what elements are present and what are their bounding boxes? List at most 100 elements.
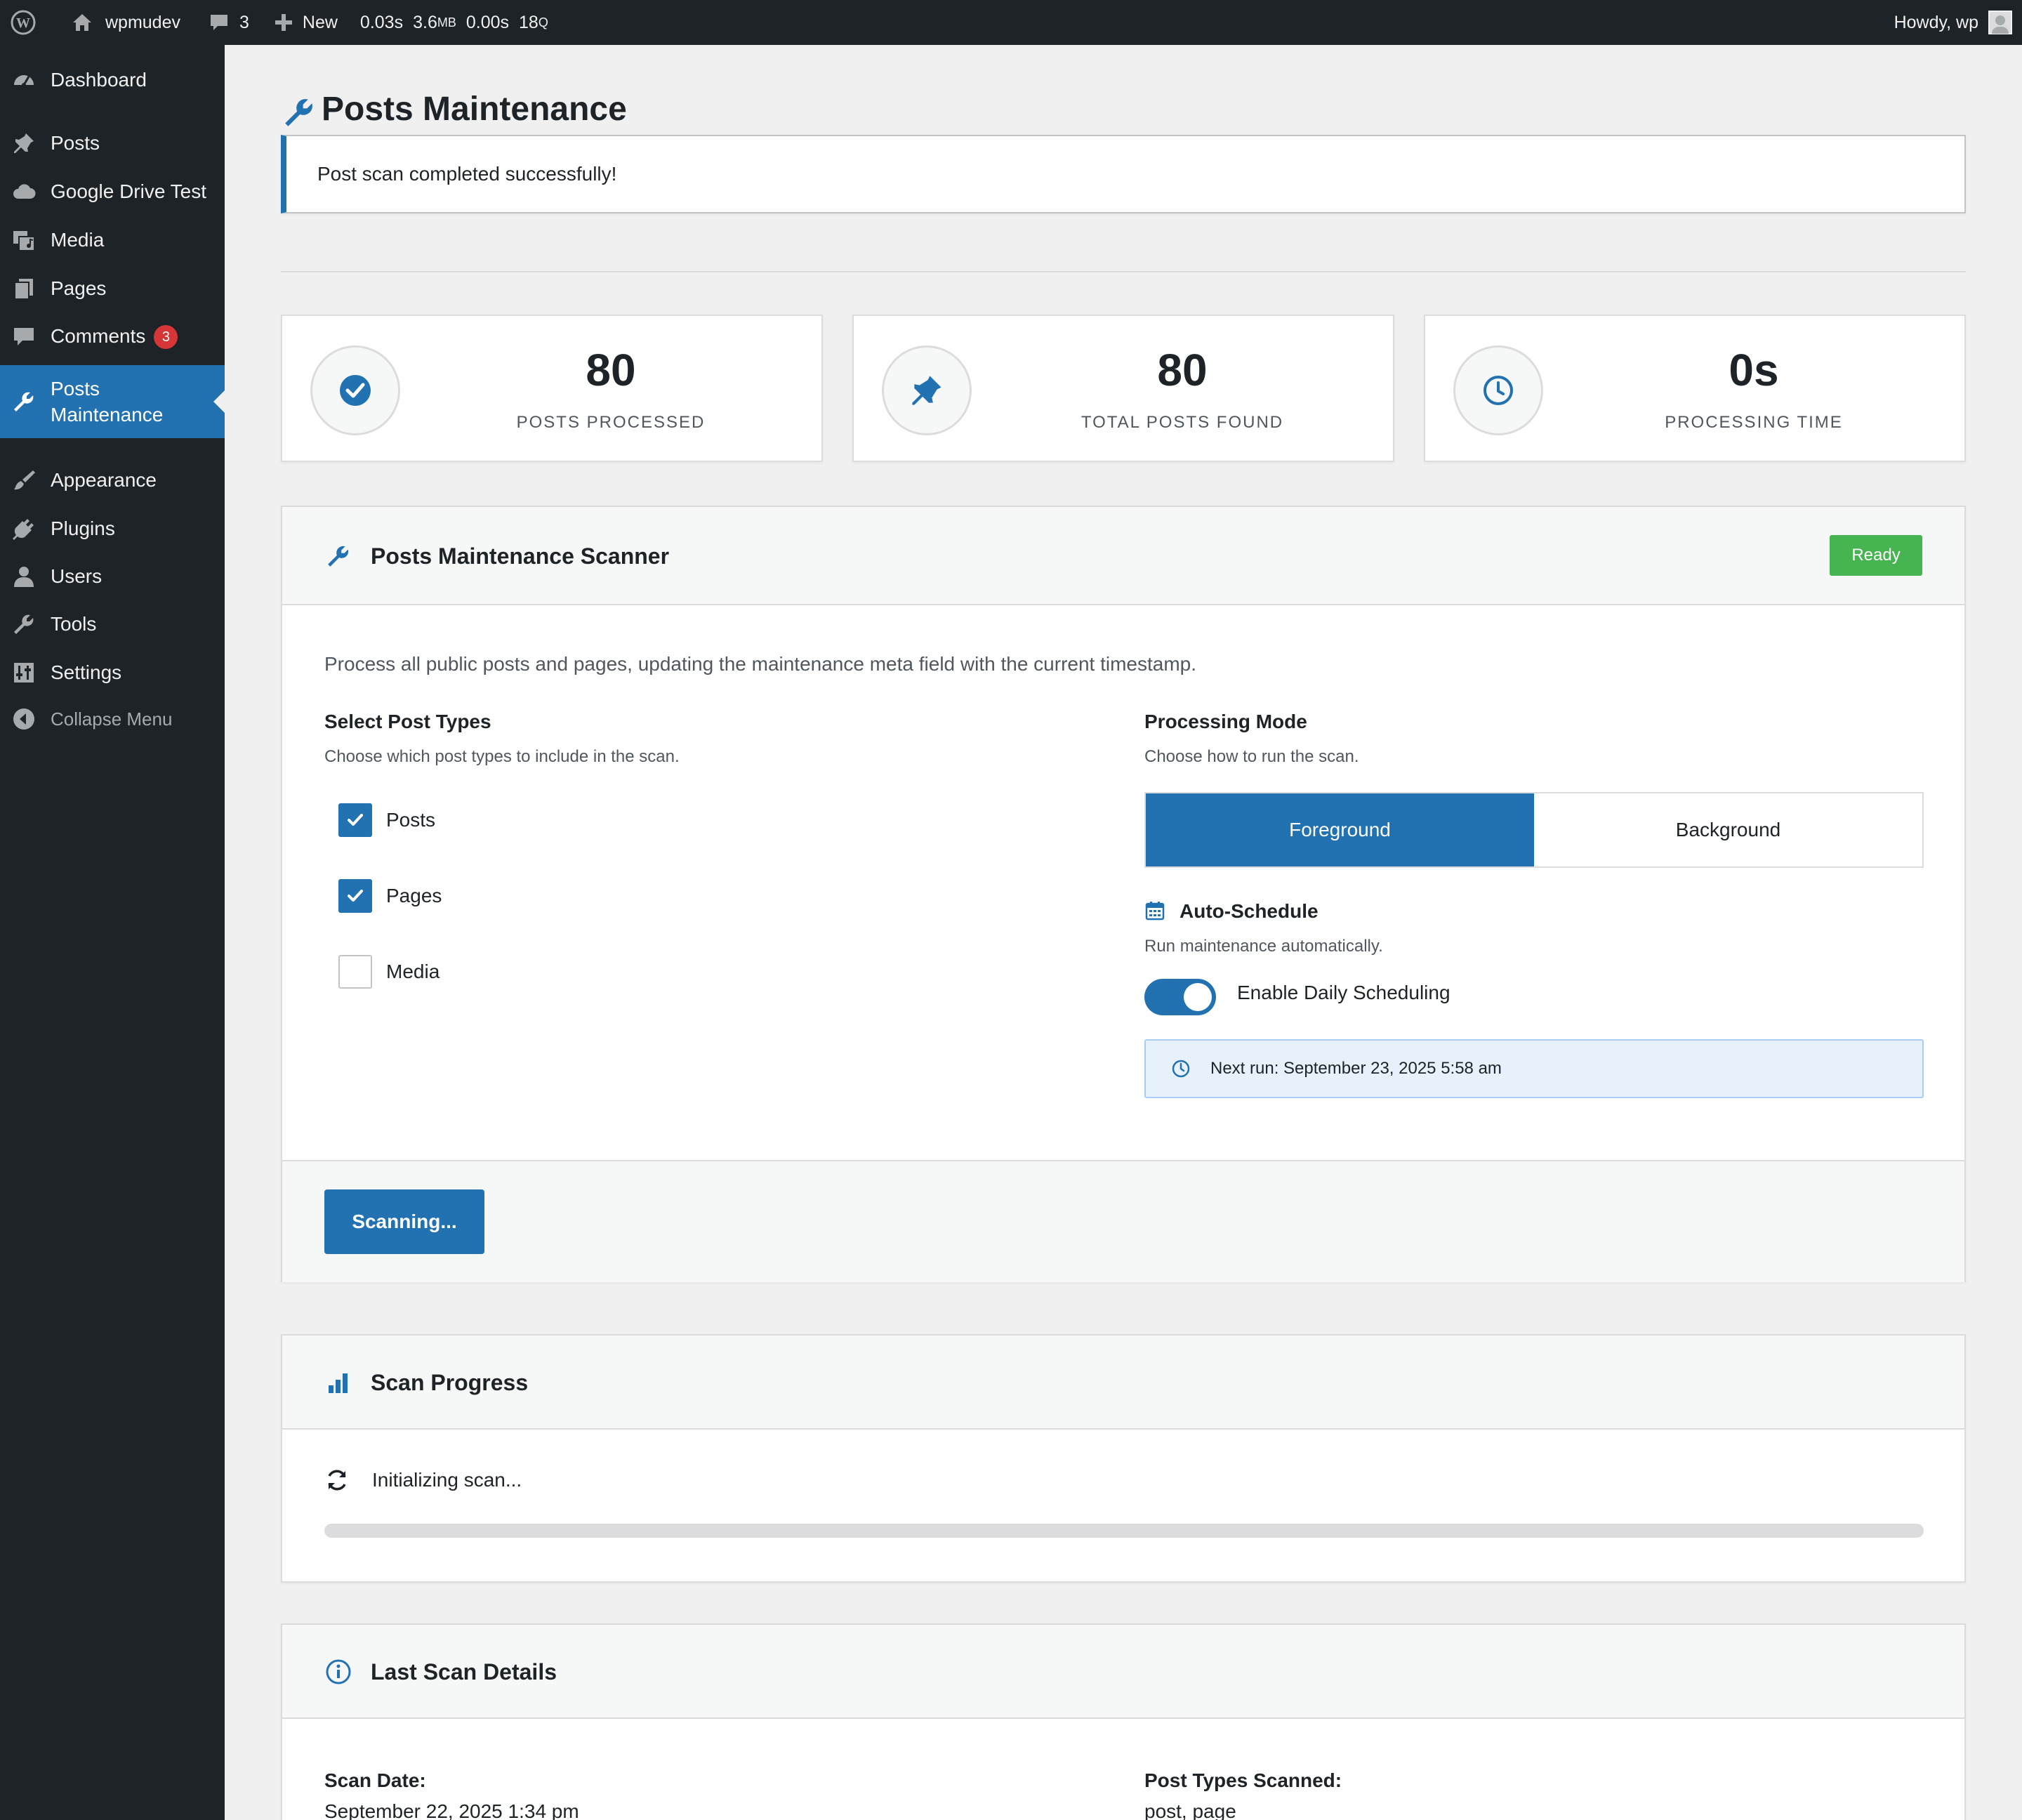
sidebar-item-label: Google Drive Test <box>51 180 207 202</box>
site-name-menu[interactable]: wpmudev <box>69 0 180 45</box>
processing-mode-title: Processing Mode <box>1144 711 1307 732</box>
new-content-menu[interactable]: New <box>270 0 338 45</box>
wrench-icon <box>281 94 317 131</box>
checkbox[interactable] <box>338 803 372 837</box>
sidebar-item-comments[interactable]: Comments 3 <box>0 319 225 355</box>
stat-label: POSTS PROCESSED <box>516 413 706 432</box>
query-monitor-menu[interactable]: 0.03s 3.6 MB 0.00s 18 Q <box>360 0 548 45</box>
stat-card-posts-processed: 80 POSTS PROCESSED <box>281 315 823 462</box>
comments-count: 3 <box>239 12 249 32</box>
refresh-icon <box>324 1468 350 1493</box>
panel-title: Last Scan Details <box>324 1625 557 1719</box>
sidebar-item-tools[interactable]: Tools <box>0 606 225 642</box>
sidebar-item-label-wrap: Comments 3 <box>51 325 178 350</box>
sidebar-item-label: Posts Maintenance <box>51 378 164 426</box>
checkmark-icon <box>348 890 363 902</box>
sidebar-item-label: Appearance <box>51 469 157 491</box>
progress-bar <box>324 1524 1924 1538</box>
panel-title: Scan Progress <box>324 1336 528 1430</box>
sidebar-item-label: Dashboard <box>51 69 147 91</box>
sidebar-item-plugins[interactable]: Plugins <box>0 510 225 547</box>
checkbox-pages[interactable]: Pages <box>338 879 442 913</box>
post-types-title: Select Post Types <box>324 711 491 732</box>
sidebar-item-users[interactable]: Users <box>0 558 225 595</box>
auto-schedule-title-text: Auto-Schedule <box>1180 900 1319 922</box>
processing-mode-toggle: Foreground Background <box>1144 792 1924 868</box>
sidebar-item-label: Tools <box>51 613 97 635</box>
cloud-icon <box>11 179 37 204</box>
sidebar-collapse-menu[interactable]: Collapse Menu <box>0 701 225 737</box>
sidebar-item-settings[interactable]: Settings <box>0 654 225 691</box>
info-icon <box>324 1658 352 1686</box>
progress-status-text: Initializing scan... <box>372 1469 522 1491</box>
page-title-text: Posts Maintenance <box>322 90 627 128</box>
daily-scheduling-toggle[interactable] <box>1144 979 1216 1015</box>
account-menu[interactable]: Howdy, wp <box>1894 0 2022 45</box>
scan-date-value: September 22, 2025 1:34 pm <box>324 1800 579 1820</box>
checkbox-label: Pages <box>386 885 442 906</box>
scanner-panel: Posts Maintenance Scanner Ready Process … <box>281 506 1966 1282</box>
stat-value: 80 <box>1157 345 1208 395</box>
admin-bar: W wpmudev 3 New 0.03s 3.6 MB 0.00s 18 Q Ho… <box>0 0 2022 45</box>
checkbox-posts[interactable]: Posts <box>338 803 435 837</box>
checkbox-media[interactable]: Media <box>338 955 440 989</box>
sidebar-item-posts-maintenance[interactable]: Posts Maintenance <box>0 365 225 438</box>
comment-icon <box>206 9 232 36</box>
checkmark-icon <box>348 814 363 826</box>
comments-menu[interactable]: 3 <box>206 0 249 45</box>
auto-schedule-title: Auto-Schedule <box>1144 900 1319 923</box>
sidebar-item-label: Collapse Menu <box>51 708 173 730</box>
perf-time: 0.03s <box>359 12 404 32</box>
perf-queries-unit: Q <box>538 15 548 29</box>
pages-icon <box>11 276 37 301</box>
mode-foreground-button[interactable]: Foreground <box>1146 793 1534 866</box>
scan-button[interactable]: Scanning... <box>324 1189 484 1254</box>
comment-icon <box>11 324 37 350</box>
plus-icon <box>270 9 297 36</box>
sidebar-item-label: Posts <box>51 132 100 154</box>
sidebar-item-posts[interactable]: Posts <box>0 125 225 161</box>
status-badge: Ready <box>1830 535 1922 576</box>
panel-footer: Scanning... <box>282 1160 1964 1282</box>
pushpin-icon <box>882 345 972 435</box>
checkbox-label: Media <box>386 961 440 982</box>
sidebar-item-label: Plugins <box>51 517 115 539</box>
checkbox[interactable] <box>338 879 372 913</box>
stat-label: TOTAL POSTS FOUND <box>1081 413 1284 432</box>
sidebar-item-google-drive-test[interactable]: Google Drive Test <box>0 173 225 210</box>
stat-value: 80 <box>586 345 636 395</box>
checkbox[interactable] <box>338 955 372 989</box>
comments-badge: 3 <box>154 325 178 350</box>
stat-card-total-posts: 80 TOTAL POSTS FOUND <box>852 315 1394 462</box>
processing-mode-description: Choose how to run the scan. <box>1144 747 1359 766</box>
bar-chart-icon <box>324 1369 352 1397</box>
sidebar-item-appearance[interactable]: Appearance <box>0 462 225 499</box>
mode-background-button[interactable]: Background <box>1534 793 1922 866</box>
scan-progress-panel: Scan Progress Initializing scan... <box>281 1334 1966 1583</box>
howdy-text: Howdy, wp <box>1894 12 1978 32</box>
wp-logo-menu[interactable]: W <box>10 0 37 45</box>
panel-title-text: Last Scan Details <box>371 1659 557 1684</box>
wrench-icon <box>11 389 37 414</box>
plug-icon <box>11 516 37 541</box>
post-types-scanned-value: post, page <box>1144 1800 1236 1820</box>
divider <box>281 271 1966 272</box>
media-icon <box>11 228 37 253</box>
panel-header: Last Scan Details <box>282 1625 1964 1719</box>
sidebar-item-label: Comments <box>51 324 146 347</box>
clock-icon <box>1453 345 1543 435</box>
perf-db-time: 0.00s <box>465 12 510 32</box>
dashboard-icon <box>11 67 37 93</box>
auto-schedule-description: Run maintenance automatically. <box>1144 937 1383 956</box>
brush-icon <box>11 468 37 493</box>
checkbox-label: Posts <box>386 809 436 831</box>
next-run-text: Next run: September 23, 2025 5:58 am <box>1210 1059 1502 1078</box>
sidebar-item-pages[interactable]: Pages <box>0 270 225 307</box>
sliders-icon <box>11 660 37 685</box>
wrench-icon <box>11 612 37 637</box>
sidebar-item-dashboard[interactable]: Dashboard <box>0 62 225 98</box>
wrench-icon <box>324 542 352 570</box>
scan-date-label: Scan Date: <box>324 1769 426 1791</box>
sidebar-item-media[interactable]: Media <box>0 222 225 258</box>
notice-text: Post scan completed successfully! <box>317 163 617 185</box>
